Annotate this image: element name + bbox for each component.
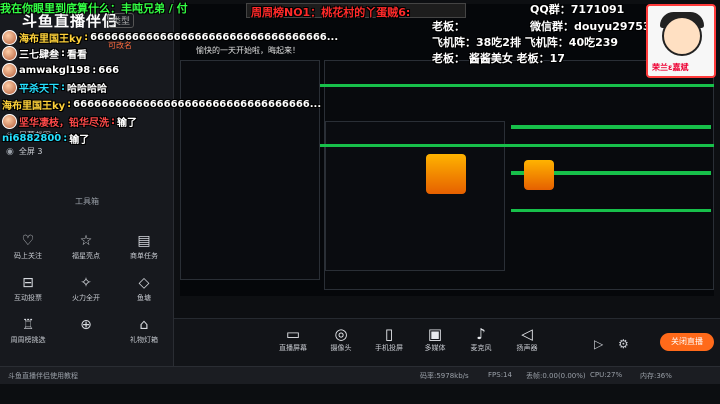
link-icon: ⊕ xyxy=(80,317,92,333)
chat-user: 三七肆叁 xyxy=(19,50,59,61)
settings-gear-icon[interactable]: ⚙ xyxy=(618,337,629,351)
category-badge[interactable]: 类型 xyxy=(108,13,135,28)
gift-box-icon xyxy=(524,160,554,190)
tool-task[interactable]: ▤ 商单任务 xyxy=(120,232,168,261)
qq-group-text: QQ群：7171091 xyxy=(530,3,625,16)
control-bar: ▭ 直播屏幕 ◎ 摄像头 ▯ 手机投屏 ▣ 多媒体 ♪ 麦克风 ◁ 扬声器 ▷ … xyxy=(174,318,720,366)
chat-user: 海布里国王ky xyxy=(2,101,66,112)
progress-stripe xyxy=(320,144,714,147)
vote-icon: ⊟ xyxy=(22,275,34,291)
chat-user: 坚华凄枝，铅华尽洗 xyxy=(19,118,109,129)
tool-vote[interactable]: ⊟ 互动投票 xyxy=(4,274,52,303)
welcome-notice: 愉快的一天开始啦，晦起来！ xyxy=(196,46,300,55)
chat-message: amwakgl198: 666 xyxy=(2,63,119,78)
ranking-text: 周周榜NO1：桃花村的丫蛋贼6: xyxy=(251,6,411,19)
tool-highlight[interactable]: ☆ 福星亮点 xyxy=(62,232,110,261)
fps-readout: FPS:14 xyxy=(488,371,512,379)
chat-message: ni6882800: 输了 xyxy=(2,133,90,146)
sticker-caption: 荣兰ε嘉斌 xyxy=(652,63,689,72)
chat-message: 海布里国王ky: 6666666666666666666666666666666… xyxy=(2,30,338,45)
fire-icon: ✧ xyxy=(80,275,92,291)
chat-user: 海布里国王ky xyxy=(19,34,83,45)
chat-text: 看看 xyxy=(67,50,87,61)
progress-stripe xyxy=(511,209,711,212)
tool-fire[interactable]: ✧ 火力全开 xyxy=(62,274,110,303)
tool-link[interactable]: ⊕ xyxy=(62,316,110,335)
gift-box-icon xyxy=(426,154,466,194)
taskbar-strip xyxy=(0,384,720,404)
cartoon-face-icon xyxy=(662,16,702,56)
scrolling-danmaku: 我在你眼里到底算什么：丰吨兄弟 / 付 xyxy=(0,2,188,15)
scene-item[interactable]: ◉ 全屏 3 xyxy=(6,146,43,157)
chat-text: 输了 xyxy=(69,135,90,146)
status-bar: 斗鱼直播伴侣使用教程 码率:5978kb/s FPS:14 丢帧:0.00(0.… xyxy=(0,366,720,384)
overlay-line: 微信群：douyu29753 xyxy=(530,20,651,33)
gift-icon: ⌂ xyxy=(139,317,149,333)
nested-preview xyxy=(324,60,714,290)
screen-icon: ▭ xyxy=(285,325,301,343)
star-icon: ☆ xyxy=(79,233,93,249)
chat-text: 666 xyxy=(98,65,120,76)
nested-sidebar xyxy=(180,60,320,280)
phone-icon: ▯ xyxy=(384,325,394,343)
chat-message: 平杀天下: 哈哈哈哈 xyxy=(2,80,107,95)
tool-fish[interactable]: ◇ 鱼塘 xyxy=(120,274,168,303)
fish-icon: ◇ xyxy=(138,275,150,291)
camera-icon: ◎ xyxy=(334,325,348,343)
media-icon: ▣ xyxy=(427,325,443,343)
tutorial-link[interactable]: 斗鱼直播伴侣使用教程 xyxy=(8,371,78,381)
chat-text: 哈哈哈哈 xyxy=(67,84,107,95)
mem-readout: 内存:36% xyxy=(640,372,672,380)
anchor-sticker: 荣兰ε嘉斌 xyxy=(646,4,716,78)
mic-button[interactable]: ♪ 麦克风 xyxy=(458,325,504,353)
camera-button[interactable]: ◎ 摄像头 xyxy=(318,325,364,353)
chat-user: amwakgl198 xyxy=(19,65,91,76)
app-window: 斗鱼直播伴侣 类型 可改名 ◉ 屏幕截图 4 ◉ 全屏 3 工具箱 ♡ 码上关注… xyxy=(0,0,720,404)
cpu-readout: CPU:27% xyxy=(590,371,623,379)
avatar xyxy=(2,30,17,45)
camera-icon[interactable]: ▷ xyxy=(594,337,603,351)
close-live-button[interactable]: 关闭直播 xyxy=(660,333,714,351)
toolbox-title: 工具箱 xyxy=(75,197,99,206)
speaker-icon: ◁ xyxy=(521,325,533,343)
chat-message: 三七肆叁: 看看 xyxy=(2,46,87,61)
tool-gift[interactable]: ⌂ 礼物灯箱 xyxy=(120,316,168,345)
weekly-ranking-banner: 周周榜NO1：桃花村的丫蛋贼6: xyxy=(246,3,466,19)
tool-rank[interactable]: ♖ 周周榜挑选 xyxy=(4,316,52,345)
overlay-line: 老板： xyxy=(432,20,465,33)
task-icon: ▤ xyxy=(137,233,151,249)
chat-text: 6666666666666666666666666666666666... xyxy=(73,99,322,110)
media-button[interactable]: ▣ 多媒体 xyxy=(412,325,458,353)
chat-message: 坚华凄枝，铅华尽洗: 输了 xyxy=(2,114,137,129)
phone-cast-button[interactable]: ▯ 手机投屏 xyxy=(366,325,412,353)
chat-text: 输了 xyxy=(117,118,137,129)
chat-user: ni6882800 xyxy=(2,133,62,144)
chat-text: 6666666666666666666666666666666666... xyxy=(90,32,339,43)
overlay-line: 飞机阵：38吃2排 飞机阵：40吃239 xyxy=(432,36,619,49)
scene-label: 全屏 3 xyxy=(18,147,43,156)
trophy-icon: ♖ xyxy=(21,317,35,333)
avatar xyxy=(2,46,17,61)
tool-follow[interactable]: ♡ 码上关注 xyxy=(4,232,52,261)
progress-stripe xyxy=(511,125,711,129)
overlay-line: 老板： 酱酱美女 老板：17 xyxy=(432,52,565,65)
heart-icon: ♡ xyxy=(21,233,35,249)
mic-icon: ♪ xyxy=(476,325,486,343)
chat-message: 海布里国王ky: 6666666666666666666666666666666… xyxy=(2,99,322,112)
speaker-button[interactable]: ◁ 扬声器 xyxy=(504,325,550,353)
eye-icon[interactable]: ◉ xyxy=(6,147,14,157)
avatar xyxy=(2,63,17,78)
bitrate-readout: 码率:5978kb/s xyxy=(420,372,469,380)
avatar xyxy=(2,80,17,95)
chat-user: 平杀天下 xyxy=(19,84,59,95)
progress-stripe xyxy=(320,84,714,87)
dropped-readout: 丢帧:0.00(0.00%) xyxy=(526,372,586,380)
avatar xyxy=(2,114,17,129)
screen-capture-button[interactable]: ▭ 直播屏幕 xyxy=(270,325,316,353)
